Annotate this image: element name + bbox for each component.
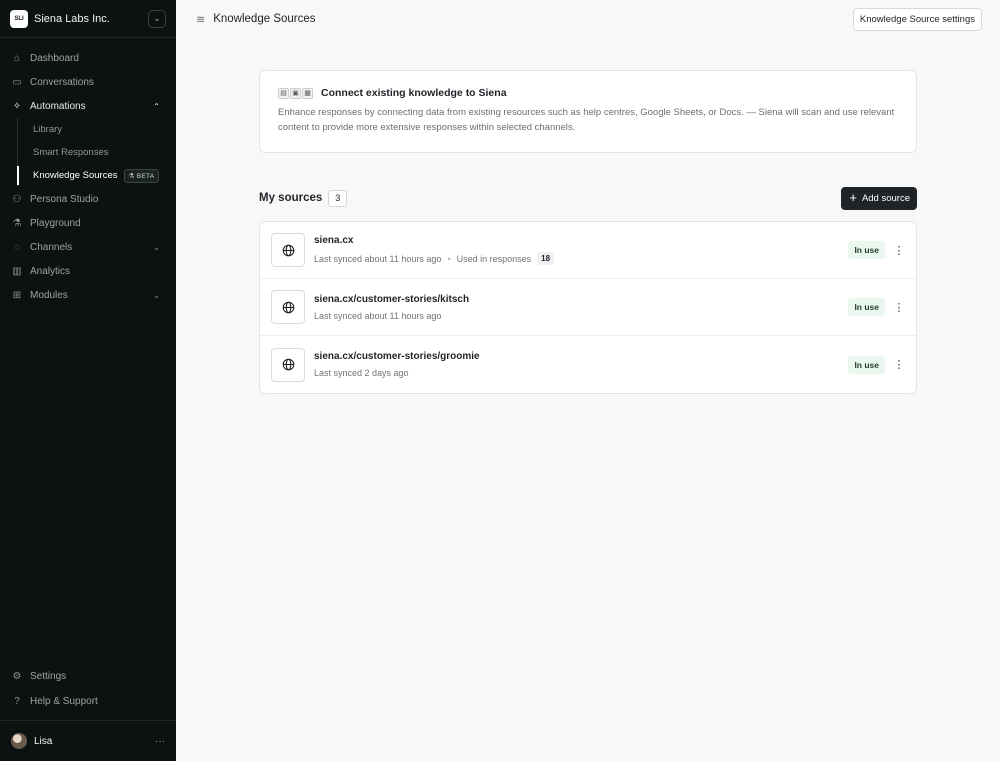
nav-persona-studio-label: Persona Studio [30,193,99,205]
book-icon: ▤ [278,87,289,99]
page-title: Knowledge Sources [213,13,316,25]
list-item[interactable]: siena.cx/customer-stories/groomie Last s… [260,336,916,393]
workspace-logo: SLI [10,9,28,28]
nav-modules[interactable]: ⊞ Modules ⌄ [0,283,176,307]
knowledge-source-settings-button[interactable]: Knowledge Source settings [852,7,982,31]
nav-knowledge-sources-label: Knowledge Sources [33,170,118,181]
nav-help[interactable]: ? Help & Support [0,689,176,714]
chevron-up-icon: ⌃ [153,101,160,111]
main-nav: ⌂ Dashboard ▭ Conversations ✧ Automation… [0,38,176,307]
layers-icon: ≋ [196,13,206,26]
chevron-down-icon[interactable]: ⌄ [148,9,166,28]
list-item[interactable]: siena.cx Last synced about 11 hours ago … [260,222,916,279]
gear-icon: ⚙ [12,671,22,682]
connect-knowledge-banner: ▤ ▣ ▦ Connect existing knowledge to Sien… [259,70,917,153]
beta-badge: ⚗ BETA [123,168,160,183]
banner-description: Enhance responses by connecting data fro… [278,107,895,133]
globe-icon [271,233,305,267]
sources-header: My sources 3 + Add source [259,186,917,210]
nav-playground-label: Playground [30,217,81,229]
nav-automations[interactable]: ✧ Automations ⌃ [0,94,176,118]
plus-icon: + [849,190,857,205]
sources-count-badge: 3 [328,189,348,207]
source-meta: Last synced about 11 hours ago • Used in… [314,252,848,265]
separator-dot: • [447,253,451,264]
sources-title: My sources [259,192,323,204]
flask-icon: ⚗ [12,217,22,229]
inbox-icon: ▭ [12,76,22,88]
nav-library[interactable]: Library [33,118,176,141]
help-icon: ? [14,696,20,707]
persona-icon: ⚇ [12,193,22,205]
nav-conversations[interactable]: ▭ Conversations [0,70,176,94]
more-vertical-icon[interactable]: ⋮ [893,301,905,314]
sidebar: SLI Siena Labs Inc. ⌄ ⌂ Dashboard ▭ Conv… [0,0,176,761]
nav-modules-label: Modules [30,289,68,301]
nav-conversations-label: Conversations [30,76,94,88]
nav-analytics[interactable]: ▥ Analytics [0,259,176,283]
more-vertical-icon[interactable]: ⋮ [893,244,905,257]
source-type-icons: ▤ ▣ ▦ [278,87,313,99]
nav-automations-label: Automations [30,100,86,112]
nav-channels[interactable]: ◌ Channels ⌄ [0,235,176,259]
globe-icon [271,347,305,382]
nav-smart-responses-label: Smart Responses [33,147,109,158]
source-name[interactable]: siena.cx [314,235,848,246]
modules-icon: ⊞ [12,289,22,301]
sidebar-footer: ⚙ Settings ? Help & Support Lisa ··· [0,664,176,761]
nav-dashboard-label: Dashboard [30,52,79,64]
source-meta: Last synced 2 days ago [314,368,848,378]
source-meta: Last synced about 11 hours ago [314,311,848,321]
nav-settings[interactable]: ⚙ Settings [0,664,176,689]
last-synced: Last synced about 11 hours ago [314,253,442,264]
beta-badge-label: BETA [136,172,155,180]
more-icon[interactable]: ··· [155,736,165,747]
nav-settings-label: Settings [30,671,67,682]
chevron-down-icon: ⌄ [153,242,160,252]
chat-icon: ◌ [14,241,20,253]
sheet-icon: ▦ [302,87,313,99]
document-icon: ▣ [290,87,301,99]
last-synced: Last synced about 11 hours ago [314,310,442,321]
sparkle-icon: ✧ [12,100,22,112]
topbar: ≋ Knowledge Sources Knowledge Source set… [176,0,1000,38]
nav-analytics-label: Analytics [30,265,71,277]
banner-header: ▤ ▣ ▦ Connect existing knowledge to Sien… [278,87,898,99]
nav-library-label: Library [33,124,63,135]
nav-help-label: Help & Support [30,696,98,707]
list-item[interactable]: siena.cx/customer-stories/kitsch Last sy… [260,279,916,336]
nav-persona-studio[interactable]: ⚇ Persona Studio [0,187,176,211]
status-badge: In use [848,241,885,259]
nav-channels-label: Channels [30,241,73,253]
nav-knowledge-sources[interactable]: Knowledge Sources ⚗ BETA [17,164,176,187]
home-icon: ⌂ [13,52,21,64]
source-name[interactable]: siena.cx/customer-stories/kitsch [314,294,848,305]
last-synced: Last synced 2 days ago [314,368,409,378]
user-menu[interactable]: Lisa ··· [0,720,176,761]
source-name[interactable]: siena.cx/customer-stories/groomie [314,351,848,362]
used-count-badge: 18 [537,252,555,265]
automations-submenu: Library Smart Responses Knowledge Source… [0,118,176,187]
chevron-down-icon: ⌄ [153,290,160,300]
used-in-responses-label: Used in responses [456,253,532,264]
sources-list: siena.cx Last synced about 11 hours ago … [259,221,917,394]
add-source-label: Add source [861,192,910,204]
banner-title: Connect existing knowledge to Siena [321,87,507,99]
status-badge: In use [848,355,885,374]
workspace-header[interactable]: SLI Siena Labs Inc. ⌄ [0,0,176,38]
avatar [11,733,27,749]
status-badge: In use [848,298,885,316]
nav-dashboard[interactable]: ⌂ Dashboard [0,46,176,70]
user-name: Lisa [34,735,53,747]
workspace-name: Siena Labs Inc. [34,12,110,25]
more-vertical-icon[interactable]: ⋮ [893,358,905,371]
add-source-button[interactable]: + Add source [841,186,917,210]
globe-icon [271,290,305,324]
nav-smart-responses[interactable]: Smart Responses [33,141,176,164]
chart-icon: ▥ [12,265,22,277]
flask-icon: ⚗ [128,172,135,180]
nav-playground[interactable]: ⚗ Playground [0,211,176,235]
